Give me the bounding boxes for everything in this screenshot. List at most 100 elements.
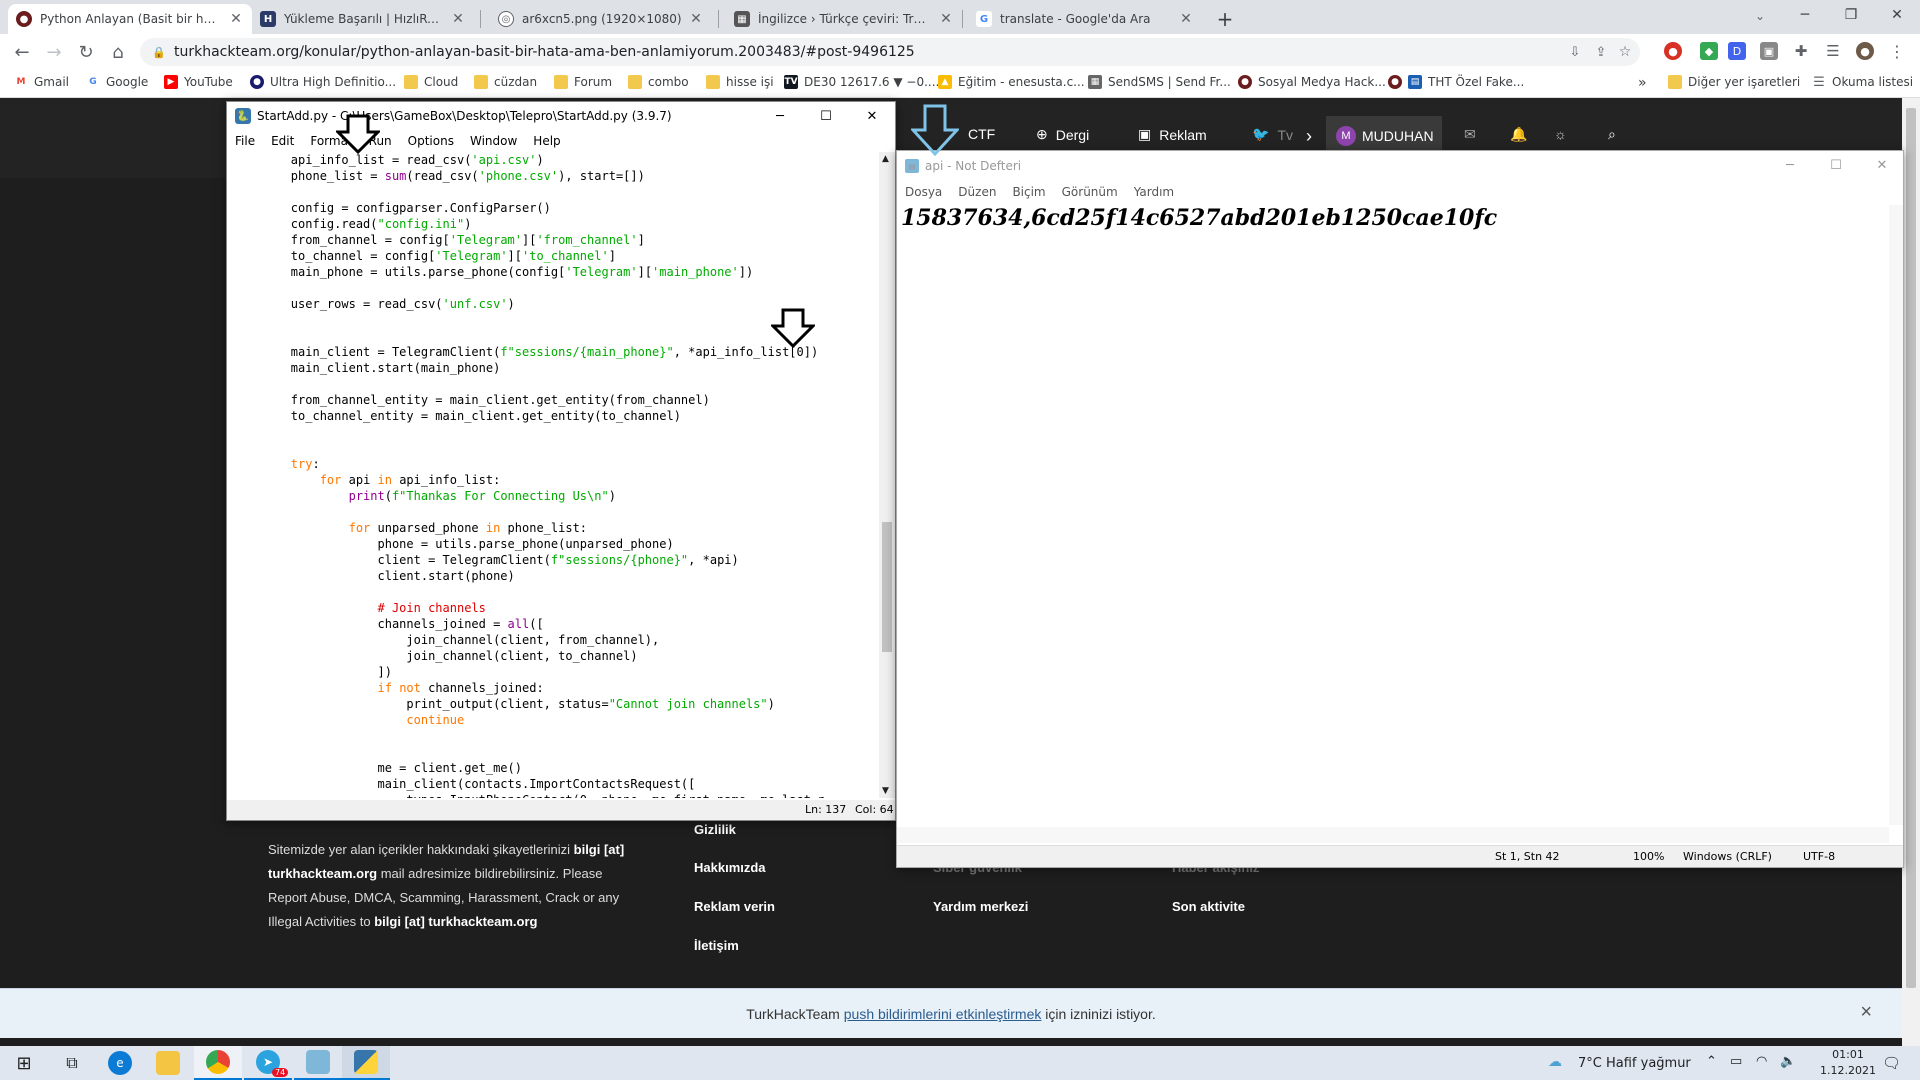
nav-chevron-right-icon[interactable]: ›: [1306, 126, 1312, 147]
footer-email[interactable]: turkhackteam.org: [268, 866, 377, 881]
menu-window[interactable]: Window: [462, 134, 525, 148]
edge-icon[interactable]: e: [96, 1046, 144, 1080]
extensions-puzzle-icon[interactable]: ✚: [1792, 42, 1810, 60]
bookmark-de30[interactable]: TV DE30 12617.6 ▼ −0....: [784, 75, 939, 89]
address-bar[interactable]: 🔒 turkhackteam.org/konular/python-anlaya…: [140, 38, 1640, 66]
tab-search-icon[interactable]: ⌄: [1748, 4, 1772, 28]
profile-avatar[interactable]: ●: [1856, 42, 1874, 60]
footer-email[interactable]: bilgi [at]: [574, 842, 625, 857]
menu-kebab-icon[interactable]: ⋮: [1888, 42, 1906, 61]
scroll-down-icon[interactable]: ▼: [882, 786, 889, 796]
nav-twitter[interactable]: 🐦 Tv: [1252, 126, 1293, 143]
network-icon[interactable]: ◠: [1756, 1054, 1767, 1069]
notepad-hscroll[interactable]: [897, 827, 1889, 843]
extension-d-icon[interactable]: D: [1728, 42, 1746, 60]
volume-icon[interactable]: 🔈: [1780, 1054, 1796, 1069]
close-icon[interactable]: ✕: [228, 11, 244, 27]
code-editor[interactable]: api_info_list = read_csv('api.csv') phon…: [227, 152, 879, 798]
tab-png[interactable]: ◎ ar6xcn5.png (1920×1080) ✕: [490, 4, 712, 34]
bookmark-sendsms[interactable]: ▦ SendSMS | Send Fr...: [1088, 75, 1231, 89]
extension-green-icon[interactable]: ◆: [1700, 42, 1718, 60]
footer-link-iletisim[interactable]: İletişim: [694, 938, 739, 953]
bookmark-forum[interactable]: Forum: [554, 75, 612, 89]
bookmark-sosyal[interactable]: ● Sosyal Medya Hack...: [1238, 75, 1386, 89]
tab-google-search[interactable]: G translate - Google'da Ara ✕: [968, 4, 1202, 34]
close-icon[interactable]: ✕: [688, 11, 704, 27]
search-icon[interactable]: ⌕: [1608, 126, 1616, 143]
bookmark-egitim[interactable]: ▲ Eğitim - enesusta.c...: [938, 75, 1085, 89]
clock-date[interactable]: 1.12.2021: [1818, 1064, 1878, 1077]
star-icon[interactable]: ☆: [1616, 43, 1634, 61]
menu-file[interactable]: File: [227, 134, 263, 148]
menu-dosya[interactable]: Dosya: [897, 185, 950, 199]
footer-link-reklam[interactable]: Reklam verin: [694, 899, 775, 914]
scrollbar-thumb[interactable]: [1906, 108, 1916, 988]
bell-icon[interactable]: 🔔: [1510, 126, 1527, 143]
menu-bicim[interactable]: Biçim: [1004, 185, 1053, 199]
tab-ceviri[interactable]: ▦ İngilizce › Türkçe çeviri: Traceback ✕: [726, 4, 962, 34]
close-icon[interactable]: ✕: [1859, 151, 1905, 179]
home-icon[interactable]: ⌂: [104, 38, 132, 66]
bookmark-gmail[interactable]: M Gmail: [14, 75, 69, 89]
bookmark-youtube[interactable]: ▶ YouTube: [164, 75, 233, 89]
menu-options[interactable]: Options: [400, 134, 462, 148]
minimize-icon[interactable]: ─: [757, 102, 803, 130]
close-icon[interactable]: ✕: [1178, 11, 1194, 27]
maximize-icon[interactable]: ☐: [1813, 151, 1859, 179]
bookmark-combo[interactable]: combo: [628, 75, 689, 89]
reload-icon[interactable]: ↻: [72, 38, 100, 66]
footer-email[interactable]: bilgi [at] turkhackteam.org: [374, 914, 537, 929]
scrollbar-thumb[interactable]: [882, 522, 892, 652]
tab-python-anlayan[interactable]: ● Python Anlayan (Basit bir hata ama ben…: [8, 4, 252, 34]
python-taskbar-icon[interactable]: [342, 1046, 390, 1080]
menu-duzen[interactable]: Düzen: [950, 185, 1004, 199]
bookmarks-more[interactable]: »: [1638, 75, 1647, 91]
notification-center-icon[interactable]: 🗨: [1882, 1054, 1901, 1072]
bookmark-tht-fake[interactable]: ● ▤ THT Özel Fake...: [1388, 75, 1524, 89]
bookmark-uhd[interactable]: ● Ultra High Definitio...: [250, 75, 396, 89]
menu-yardim[interactable]: Yardım: [1126, 185, 1182, 199]
reading-list[interactable]: ☰ Okuma listesi: [1812, 75, 1913, 90]
close-window-icon[interactable]: ✕: [1874, 0, 1920, 30]
footer-link-gizlilik[interactable]: Gizlilik: [694, 822, 736, 837]
extension-gray-icon[interactable]: ▣: [1760, 42, 1778, 60]
telegram-icon[interactable]: ➤ 74: [244, 1046, 292, 1080]
reading-queue-icon[interactable]: ☰: [1824, 42, 1842, 60]
footer-link-yardim[interactable]: Yardım merkezi: [933, 899, 1028, 914]
nav-dergi[interactable]: ⊕ Dergi: [1036, 126, 1089, 143]
chrome-icon[interactable]: [194, 1046, 242, 1080]
weather-text[interactable]: 7°C Hafif yağmur: [1578, 1056, 1691, 1071]
windows-start-icon[interactable]: ⊞: [0, 1046, 48, 1080]
tab-hizliresim[interactable]: H Yükleme Başarılı | HızlıResim ✕: [252, 4, 474, 34]
minimize-icon[interactable]: ─: [1767, 151, 1813, 179]
nav-ctf[interactable]: CTF: [968, 126, 995, 142]
clock-time[interactable]: 01:01: [1824, 1048, 1872, 1061]
share-icon[interactable]: ⇪: [1592, 43, 1610, 61]
notepad-taskbar-icon[interactable]: [294, 1046, 342, 1080]
bookmark-cuzdan[interactable]: cüzdan: [474, 75, 537, 89]
file-explorer-icon[interactable]: [144, 1046, 192, 1080]
notepad-titlebar[interactable]: ▤ api - Not Defteri: [897, 151, 1903, 181]
bookmark-google[interactable]: G Google: [86, 75, 148, 89]
menu-edit[interactable]: Edit: [263, 134, 302, 148]
nav-reklam[interactable]: ▣ Reklam: [1138, 126, 1207, 143]
new-tab-button[interactable]: +: [1212, 6, 1238, 32]
scroll-up-icon[interactable]: ▲: [882, 154, 889, 164]
back-icon[interactable]: ←: [8, 38, 36, 66]
notification-link[interactable]: push bildirimlerini etkinleştirmek: [844, 1006, 1042, 1022]
inbox-icon[interactable]: ✉: [1464, 126, 1476, 143]
install-icon[interactable]: ⇩: [1566, 43, 1584, 61]
notepad-vscroll[interactable]: [1889, 205, 1903, 825]
other-bookmarks[interactable]: Diğer yer işaretleri: [1668, 75, 1800, 89]
menu-gorunum[interactable]: Görünüm: [1054, 185, 1126, 199]
bookmark-hisse[interactable]: hisse işi: [706, 75, 774, 89]
task-view-icon[interactable]: ⧉: [48, 1046, 96, 1080]
minimize-icon[interactable]: ─: [1782, 0, 1828, 30]
chevron-up-icon[interactable]: ⌃: [1706, 1054, 1717, 1069]
close-icon[interactable]: ✕: [849, 102, 895, 130]
lock-icon[interactable]: 🔒: [152, 45, 166, 59]
footer-link-hakkimizda[interactable]: Hakkımızda: [694, 860, 766, 875]
maximize-icon[interactable]: ☐: [803, 102, 849, 130]
menu-help[interactable]: Help: [525, 134, 568, 148]
footer-link-son-aktivite[interactable]: Son aktivite: [1172, 899, 1245, 914]
